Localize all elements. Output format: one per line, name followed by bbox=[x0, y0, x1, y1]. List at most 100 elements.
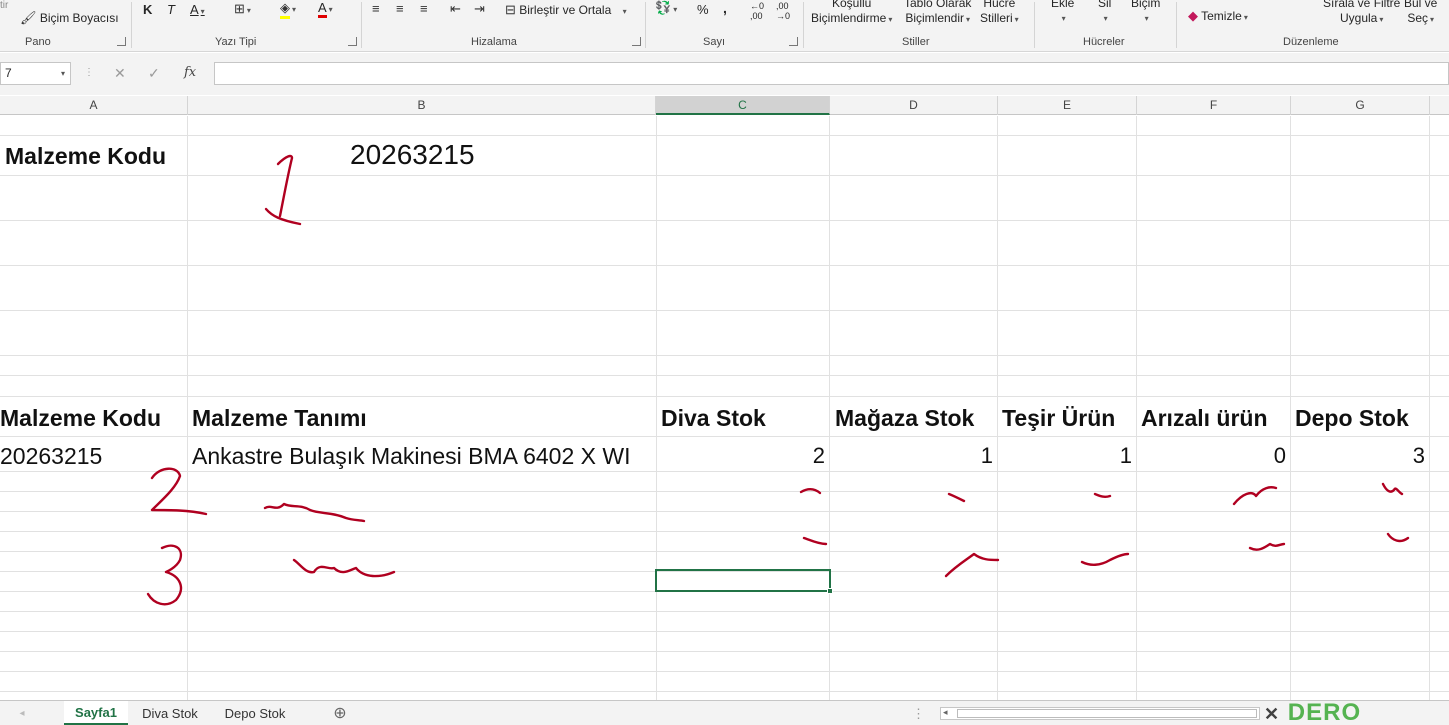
underline-button[interactable]: A ▾ bbox=[190, 2, 205, 17]
handwritten-digit-three bbox=[146, 544, 183, 606]
indent-icon: ⇥ bbox=[474, 1, 485, 16]
name-box[interactable]: 7 ▾ bbox=[0, 62, 71, 85]
top-code-value[interactable]: 20263215 bbox=[350, 139, 475, 171]
cancel-icon[interactable]: ✕ bbox=[114, 65, 126, 82]
clear-button[interactable]: ◆ Temizle ▾ bbox=[1188, 8, 1248, 24]
align-right-button[interactable]: ≡ bbox=[420, 1, 428, 16]
column-header-b[interactable]: B bbox=[188, 96, 656, 115]
sheet-tab-depo-stok[interactable]: Depo Stok bbox=[214, 701, 296, 725]
outdent-icon: ⇤ bbox=[450, 1, 461, 16]
header-cell-code[interactable]: Malzeme Kodu bbox=[0, 405, 186, 432]
scrollbar-thumb[interactable] bbox=[957, 709, 1257, 718]
insert-cells-button[interactable]: Ekle ▾ bbox=[1051, 0, 1074, 26]
increase-indent-button[interactable]: ⇥ bbox=[474, 1, 485, 17]
horizontal-scrollbar[interactable]: ◂ bbox=[940, 707, 1260, 720]
column-header-f[interactable]: F bbox=[1137, 96, 1291, 115]
styles-label-2: Stilleri bbox=[980, 11, 1013, 25]
fill-color-button[interactable]: ◈ ▾ bbox=[280, 0, 296, 19]
data-cell-teshir-urun[interactable]: 1 bbox=[1000, 443, 1132, 469]
align-center-button[interactable]: ≡ bbox=[396, 1, 404, 16]
insert-function-button[interactable]: fx bbox=[184, 65, 196, 80]
close-icon: ✕ bbox=[1264, 704, 1281, 724]
active-cell-selection[interactable] bbox=[655, 569, 833, 594]
delete-cells-button[interactable]: Sil ▾ bbox=[1098, 0, 1111, 26]
find-select-button[interactable]: Bul ve Seç ▾ bbox=[1404, 0, 1437, 27]
gridline bbox=[0, 265, 1449, 266]
header-cell-depo-stok[interactable]: Depo Stok bbox=[1295, 405, 1428, 432]
data-cell-depo-stok[interactable]: 3 bbox=[1293, 443, 1425, 469]
borders-button[interactable]: ⊞ ▾ bbox=[234, 1, 251, 17]
gridline bbox=[829, 116, 830, 700]
chevron-down-icon: ▾ bbox=[1243, 13, 1248, 22]
formula-bar: 7 ▾ ⋮ ✕ ✓ fx bbox=[0, 53, 1449, 95]
paint-bucket-icon: ◈ bbox=[280, 0, 290, 19]
gridline bbox=[0, 355, 1449, 356]
header-cell-description[interactable]: Malzeme Tanımı bbox=[192, 405, 652, 432]
data-cell-description[interactable]: Ankastre Bulaşık Makinesi BMA 6402 X WI bbox=[192, 443, 655, 470]
merge-center-button[interactable]: ⊟ Birleştir ve Ortala ▾ bbox=[505, 2, 627, 18]
gridline bbox=[1136, 116, 1137, 700]
data-cell-magaza-stok[interactable]: 1 bbox=[832, 443, 993, 469]
add-sheet-icon[interactable]: ⊕ bbox=[328, 701, 352, 725]
handwritten-squiggle bbox=[802, 536, 828, 546]
sort-filter-button[interactable]: Sırala ve Filtre Uygula ▾ bbox=[1323, 0, 1400, 27]
decrease-indent-button[interactable]: ⇤ bbox=[450, 1, 461, 17]
sheet-tab-sayfa1[interactable]: Sayfa1 bbox=[64, 701, 128, 725]
alignment-launcher-icon[interactable] bbox=[632, 37, 641, 46]
increase-decimal-button[interactable]: ←0,00 bbox=[750, 1, 764, 21]
decrease-decimal-button[interactable]: ,00 →0 bbox=[776, 1, 790, 21]
enter-icon[interactable]: ✓ bbox=[148, 65, 160, 82]
column-header-g[interactable]: G bbox=[1291, 96, 1430, 115]
conditional-formatting-button[interactable]: Koşullu Biçimlendirme ▾ bbox=[811, 0, 892, 27]
format-as-table-button[interactable]: Tablo Olarak Biçimlendir ▾ bbox=[904, 0, 971, 27]
italic-button[interactable]: T bbox=[167, 2, 175, 17]
table-label-1: Tablo Olarak bbox=[904, 0, 972, 10]
comma-button[interactable]: , bbox=[723, 0, 727, 16]
percent-button[interactable]: % bbox=[697, 2, 709, 17]
gridline bbox=[0, 436, 1449, 437]
top-code-label[interactable]: Malzeme Kodu bbox=[5, 143, 185, 170]
cell-styles-button[interactable]: Hücre Stilleri ▾ bbox=[980, 0, 1019, 27]
group-label-font: Yazı Tipi bbox=[215, 36, 257, 48]
currency-icon: 💱 bbox=[655, 0, 672, 15]
gridline bbox=[0, 375, 1449, 376]
number-format-button[interactable]: 💱 ▾ bbox=[655, 0, 677, 16]
align-left-button[interactable]: ≡ bbox=[372, 1, 380, 16]
gridline bbox=[0, 220, 1449, 221]
column-header-c[interactable]: C bbox=[656, 96, 830, 115]
worksheet-grid[interactable]: Malzeme Kodu 20263215 Malzeme Kodu Malze… bbox=[0, 116, 1449, 700]
clipboard-launcher-icon[interactable] bbox=[117, 37, 126, 46]
font-color-button[interactable]: A ▾ bbox=[318, 0, 333, 18]
header-cell-arizali-urun[interactable]: Arızalı ürün bbox=[1141, 405, 1289, 432]
data-cell-arizali-urun[interactable]: 0 bbox=[1139, 443, 1286, 469]
gridline bbox=[997, 116, 998, 700]
scroll-tabs-left-icon[interactable]: ◂ bbox=[12, 701, 32, 725]
font-launcher-icon[interactable] bbox=[348, 37, 357, 46]
data-cell-diva-stok[interactable]: 2 bbox=[658, 443, 825, 469]
watermark-logo: ✕ DERO bbox=[1264, 700, 1361, 725]
number-launcher-icon[interactable] bbox=[789, 37, 798, 46]
ribbon-separator bbox=[1034, 2, 1035, 48]
chevron-down-icon: ▾ bbox=[1103, 14, 1108, 23]
formula-input[interactable] bbox=[214, 62, 1449, 85]
format-cells-button[interactable]: Biçim ▾ bbox=[1131, 0, 1160, 26]
scroll-left-icon[interactable]: ◂ bbox=[943, 707, 948, 718]
data-cell-code[interactable]: 20263215 bbox=[0, 443, 186, 470]
header-cell-diva-stok[interactable]: Diva Stok bbox=[661, 405, 827, 432]
bold-button[interactable]: K bbox=[143, 2, 152, 17]
gridline bbox=[0, 611, 1449, 612]
column-header-a[interactable]: A bbox=[0, 96, 188, 115]
header-cell-teshir-urun[interactable]: Teşir Ürün bbox=[1002, 405, 1135, 432]
column-header-d[interactable]: D bbox=[830, 96, 998, 115]
sheet-tab-diva-stok[interactable]: Diva Stok bbox=[132, 701, 208, 725]
format-painter-button[interactable]: 🖌 Biçim Boyacısı bbox=[20, 10, 119, 26]
gridline bbox=[0, 671, 1449, 672]
column-header-e[interactable]: E bbox=[998, 96, 1137, 115]
group-label-editing: Düzenleme bbox=[1283, 36, 1339, 48]
fill-handle[interactable] bbox=[827, 588, 833, 594]
chevron-down-icon: ▾ bbox=[622, 7, 627, 16]
header-cell-magaza-stok[interactable]: Mağaza Stok bbox=[835, 405, 996, 432]
group-label-number: Sayı bbox=[703, 36, 726, 48]
ribbon-separator bbox=[131, 2, 132, 48]
ribbon-separator bbox=[1176, 2, 1177, 48]
